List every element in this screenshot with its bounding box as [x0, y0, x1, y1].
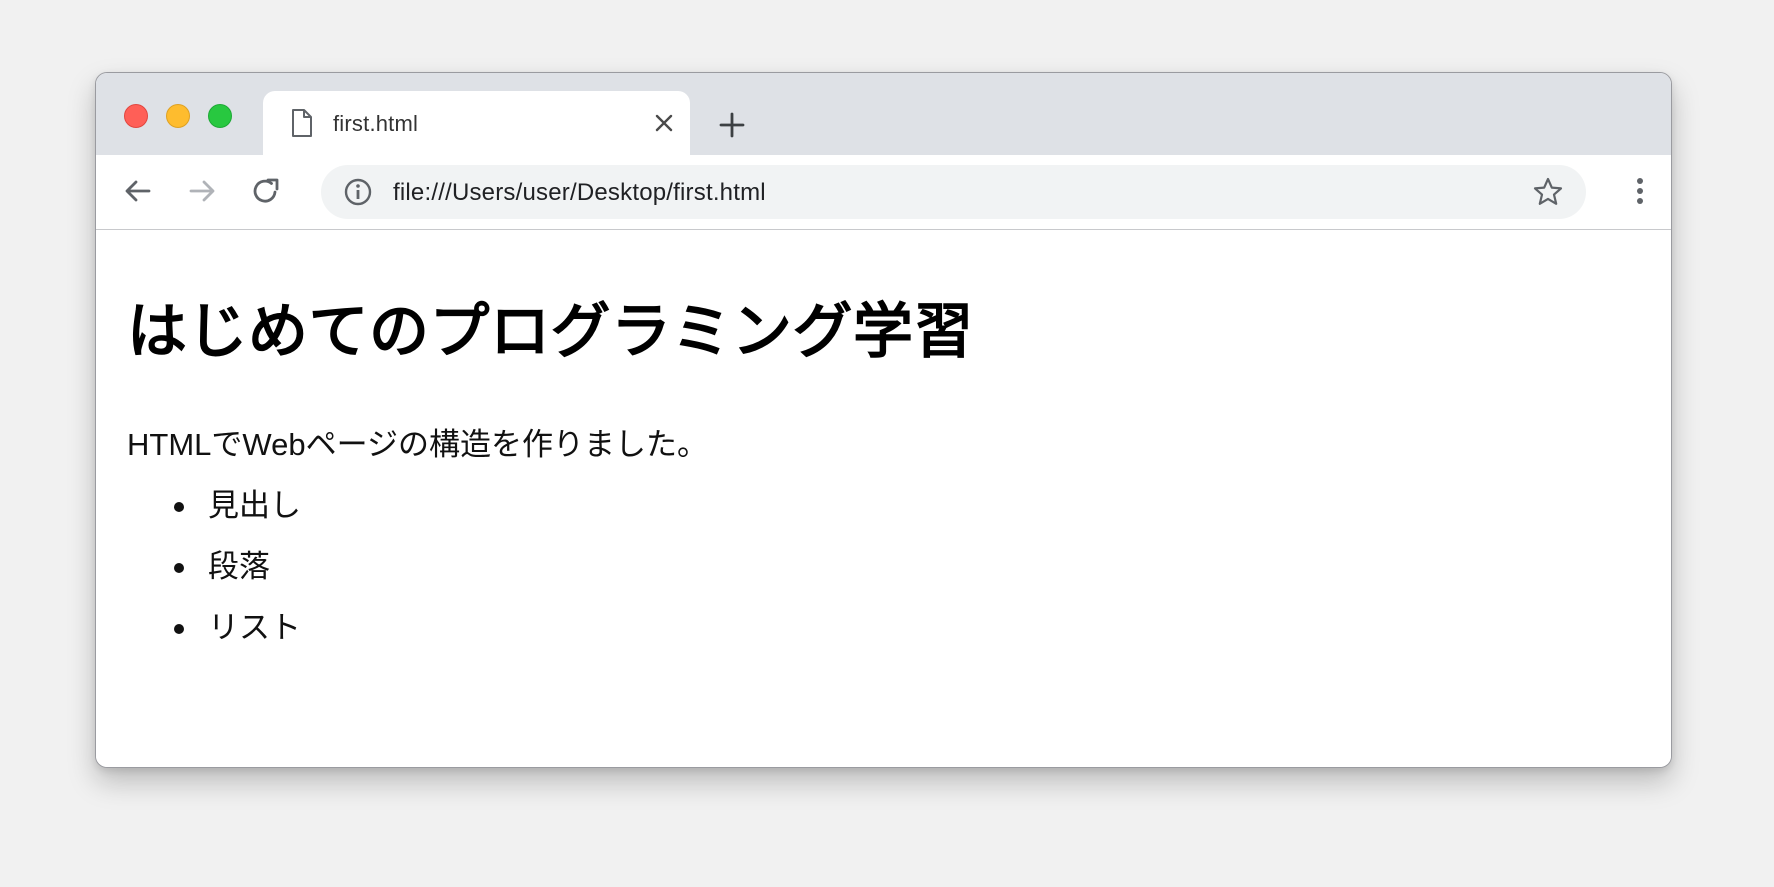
browser-window: first.html file:///Users/user/Desktop/fi… — [95, 72, 1672, 768]
file-icon — [292, 109, 312, 137]
arrow-left-icon[interactable] — [122, 175, 154, 207]
minimize-window-button[interactable] — [166, 104, 190, 128]
page-content: はじめてのプログラミング学習 HTMLでWebページの構造を作りました。 見出し… — [96, 231, 1671, 767]
tab-title: first.html — [333, 111, 419, 136]
list-item: リスト — [174, 608, 301, 669]
bullet-icon — [174, 624, 184, 634]
url-text[interactable]: file:///Users/user/Desktop/first.html — [393, 179, 766, 207]
info-icon[interactable] — [343, 177, 373, 207]
list-item-text: リスト — [208, 610, 301, 645]
arrow-right-icon[interactable] — [186, 175, 218, 207]
reload-icon[interactable] — [250, 175, 282, 207]
zoom-window-button[interactable] — [208, 104, 232, 128]
page-heading: はじめてのプログラミング学習 — [127, 298, 974, 365]
bullet-icon — [174, 502, 184, 512]
address-bar[interactable]: file:///Users/user/Desktop/first.html — [321, 165, 1586, 219]
bullet-list: 見出し 段落 リスト — [174, 486, 301, 669]
browser-tab-active[interactable]: first.html — [263, 91, 690, 157]
plus-icon[interactable] — [716, 109, 748, 141]
list-item: 見出し — [174, 486, 301, 547]
star-icon[interactable] — [1532, 176, 1564, 208]
browser-toolbar: file:///Users/user/Desktop/first.html — [96, 155, 1671, 230]
list-item-text: 見出し — [208, 488, 301, 523]
list-item: 段落 — [174, 547, 301, 608]
list-item-text: 段落 — [208, 549, 270, 584]
page-paragraph: HTMLでWebページの構造を作りました。 — [127, 427, 708, 462]
bullet-icon — [174, 563, 184, 573]
tab-strip: first.html — [96, 73, 1671, 157]
close-window-button[interactable] — [124, 104, 148, 128]
more-vertical-icon[interactable] — [1623, 174, 1657, 208]
close-icon[interactable] — [652, 111, 676, 135]
